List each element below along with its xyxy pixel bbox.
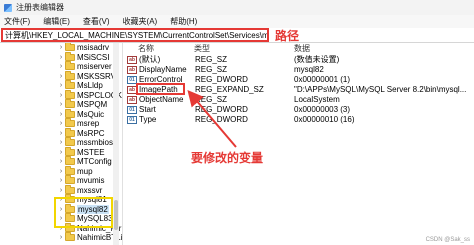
annotation-arrow <box>187 89 237 148</box>
variable-annotation: 要修改的变量 <box>191 151 264 165</box>
watermark: CSDN @Sak_ss <box>425 237 470 243</box>
